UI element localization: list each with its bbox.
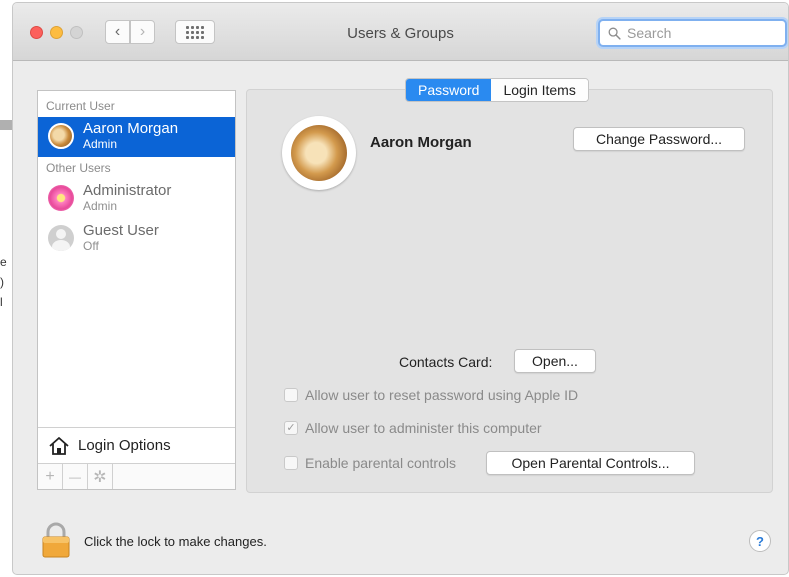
lock-icon[interactable] xyxy=(41,522,71,558)
current-user-header: Current User xyxy=(46,99,115,113)
avatar xyxy=(48,123,74,149)
user-full-name: Aaron Morgan xyxy=(370,134,472,151)
fortune-cookie-icon xyxy=(291,125,347,181)
search-icon xyxy=(608,27,621,40)
plus-icon: + xyxy=(45,467,55,485)
search-input[interactable] xyxy=(627,25,777,41)
administer-computer-checkbox[interactable]: ✓ xyxy=(284,421,298,435)
user-row-administrator[interactable]: Administrator Admin xyxy=(38,179,235,219)
avatar xyxy=(48,185,74,211)
remove-user-button[interactable]: — xyxy=(63,464,88,489)
background-scroll-mark xyxy=(0,120,12,130)
users-groups-window: ‹ › Users & Groups Current User xyxy=(12,2,789,575)
login-options-item[interactable]: Login Options xyxy=(38,427,235,463)
title-bar: ‹ › Users & Groups xyxy=(13,3,788,61)
parental-controls-option: Enable parental controls xyxy=(284,455,456,471)
administer-computer-option: ✓ Allow user to administer this computer xyxy=(284,420,542,436)
open-parental-controls-button[interactable]: Open Parental Controls... xyxy=(486,451,695,475)
minus-icon: — xyxy=(69,469,81,484)
user-role: Off xyxy=(83,239,99,253)
action-menu-button[interactable]: ✲ xyxy=(88,464,113,489)
change-password-button[interactable]: Change Password... xyxy=(573,127,745,151)
question-icon: ? xyxy=(756,533,764,549)
tab-password[interactable]: Password xyxy=(406,79,492,101)
reset-password-label: Allow user to reset password using Apple… xyxy=(305,387,579,403)
other-users-header: Other Users xyxy=(46,161,111,175)
gear-icon: ✲ xyxy=(93,468,107,486)
user-name: Aaron Morgan xyxy=(83,120,179,137)
user-row-guest-user[interactable]: Guest User Off xyxy=(38,219,235,259)
checkmark-icon: ✓ xyxy=(286,421,296,434)
parental-controls-checkbox[interactable] xyxy=(284,456,298,470)
user-role: Admin xyxy=(83,199,118,213)
avatar xyxy=(48,225,74,251)
search-field[interactable] xyxy=(598,19,787,47)
reset-password-checkbox[interactable] xyxy=(284,388,298,402)
user-picture[interactable] xyxy=(282,116,356,190)
user-row-aaron-morgan[interactable]: Aaron Morgan Admin xyxy=(38,117,235,157)
help-button[interactable]: ? xyxy=(749,530,771,552)
add-user-button[interactable]: + xyxy=(38,464,63,489)
tab-login-items[interactable]: Login Items xyxy=(491,79,588,101)
background-text-fragment: l xyxy=(0,295,3,309)
user-name: Guest User xyxy=(83,222,159,239)
tab-bar: Password Login Items xyxy=(405,78,589,102)
background-text-fragment: e xyxy=(0,255,7,269)
contacts-card-label: Contacts Card: xyxy=(399,354,493,370)
user-role: Admin xyxy=(83,137,118,151)
user-name: Administrator xyxy=(83,182,172,199)
administer-computer-label: Allow user to administer this computer xyxy=(305,420,542,436)
login-options-label: Login Options xyxy=(78,437,171,454)
users-list-sidebar: Current User Aaron Morgan Admin Other Us… xyxy=(37,90,236,490)
reset-password-option: Allow user to reset password using Apple… xyxy=(284,387,578,403)
lock-message: Click the lock to make changes. xyxy=(84,534,267,549)
parental-controls-label: Enable parental controls xyxy=(305,455,456,471)
background-text-fragment: ) xyxy=(0,275,4,289)
sidebar-toolbar: + — ✲ xyxy=(38,463,235,489)
open-contacts-card-button[interactable]: Open... xyxy=(514,349,596,373)
house-icon xyxy=(49,436,69,455)
